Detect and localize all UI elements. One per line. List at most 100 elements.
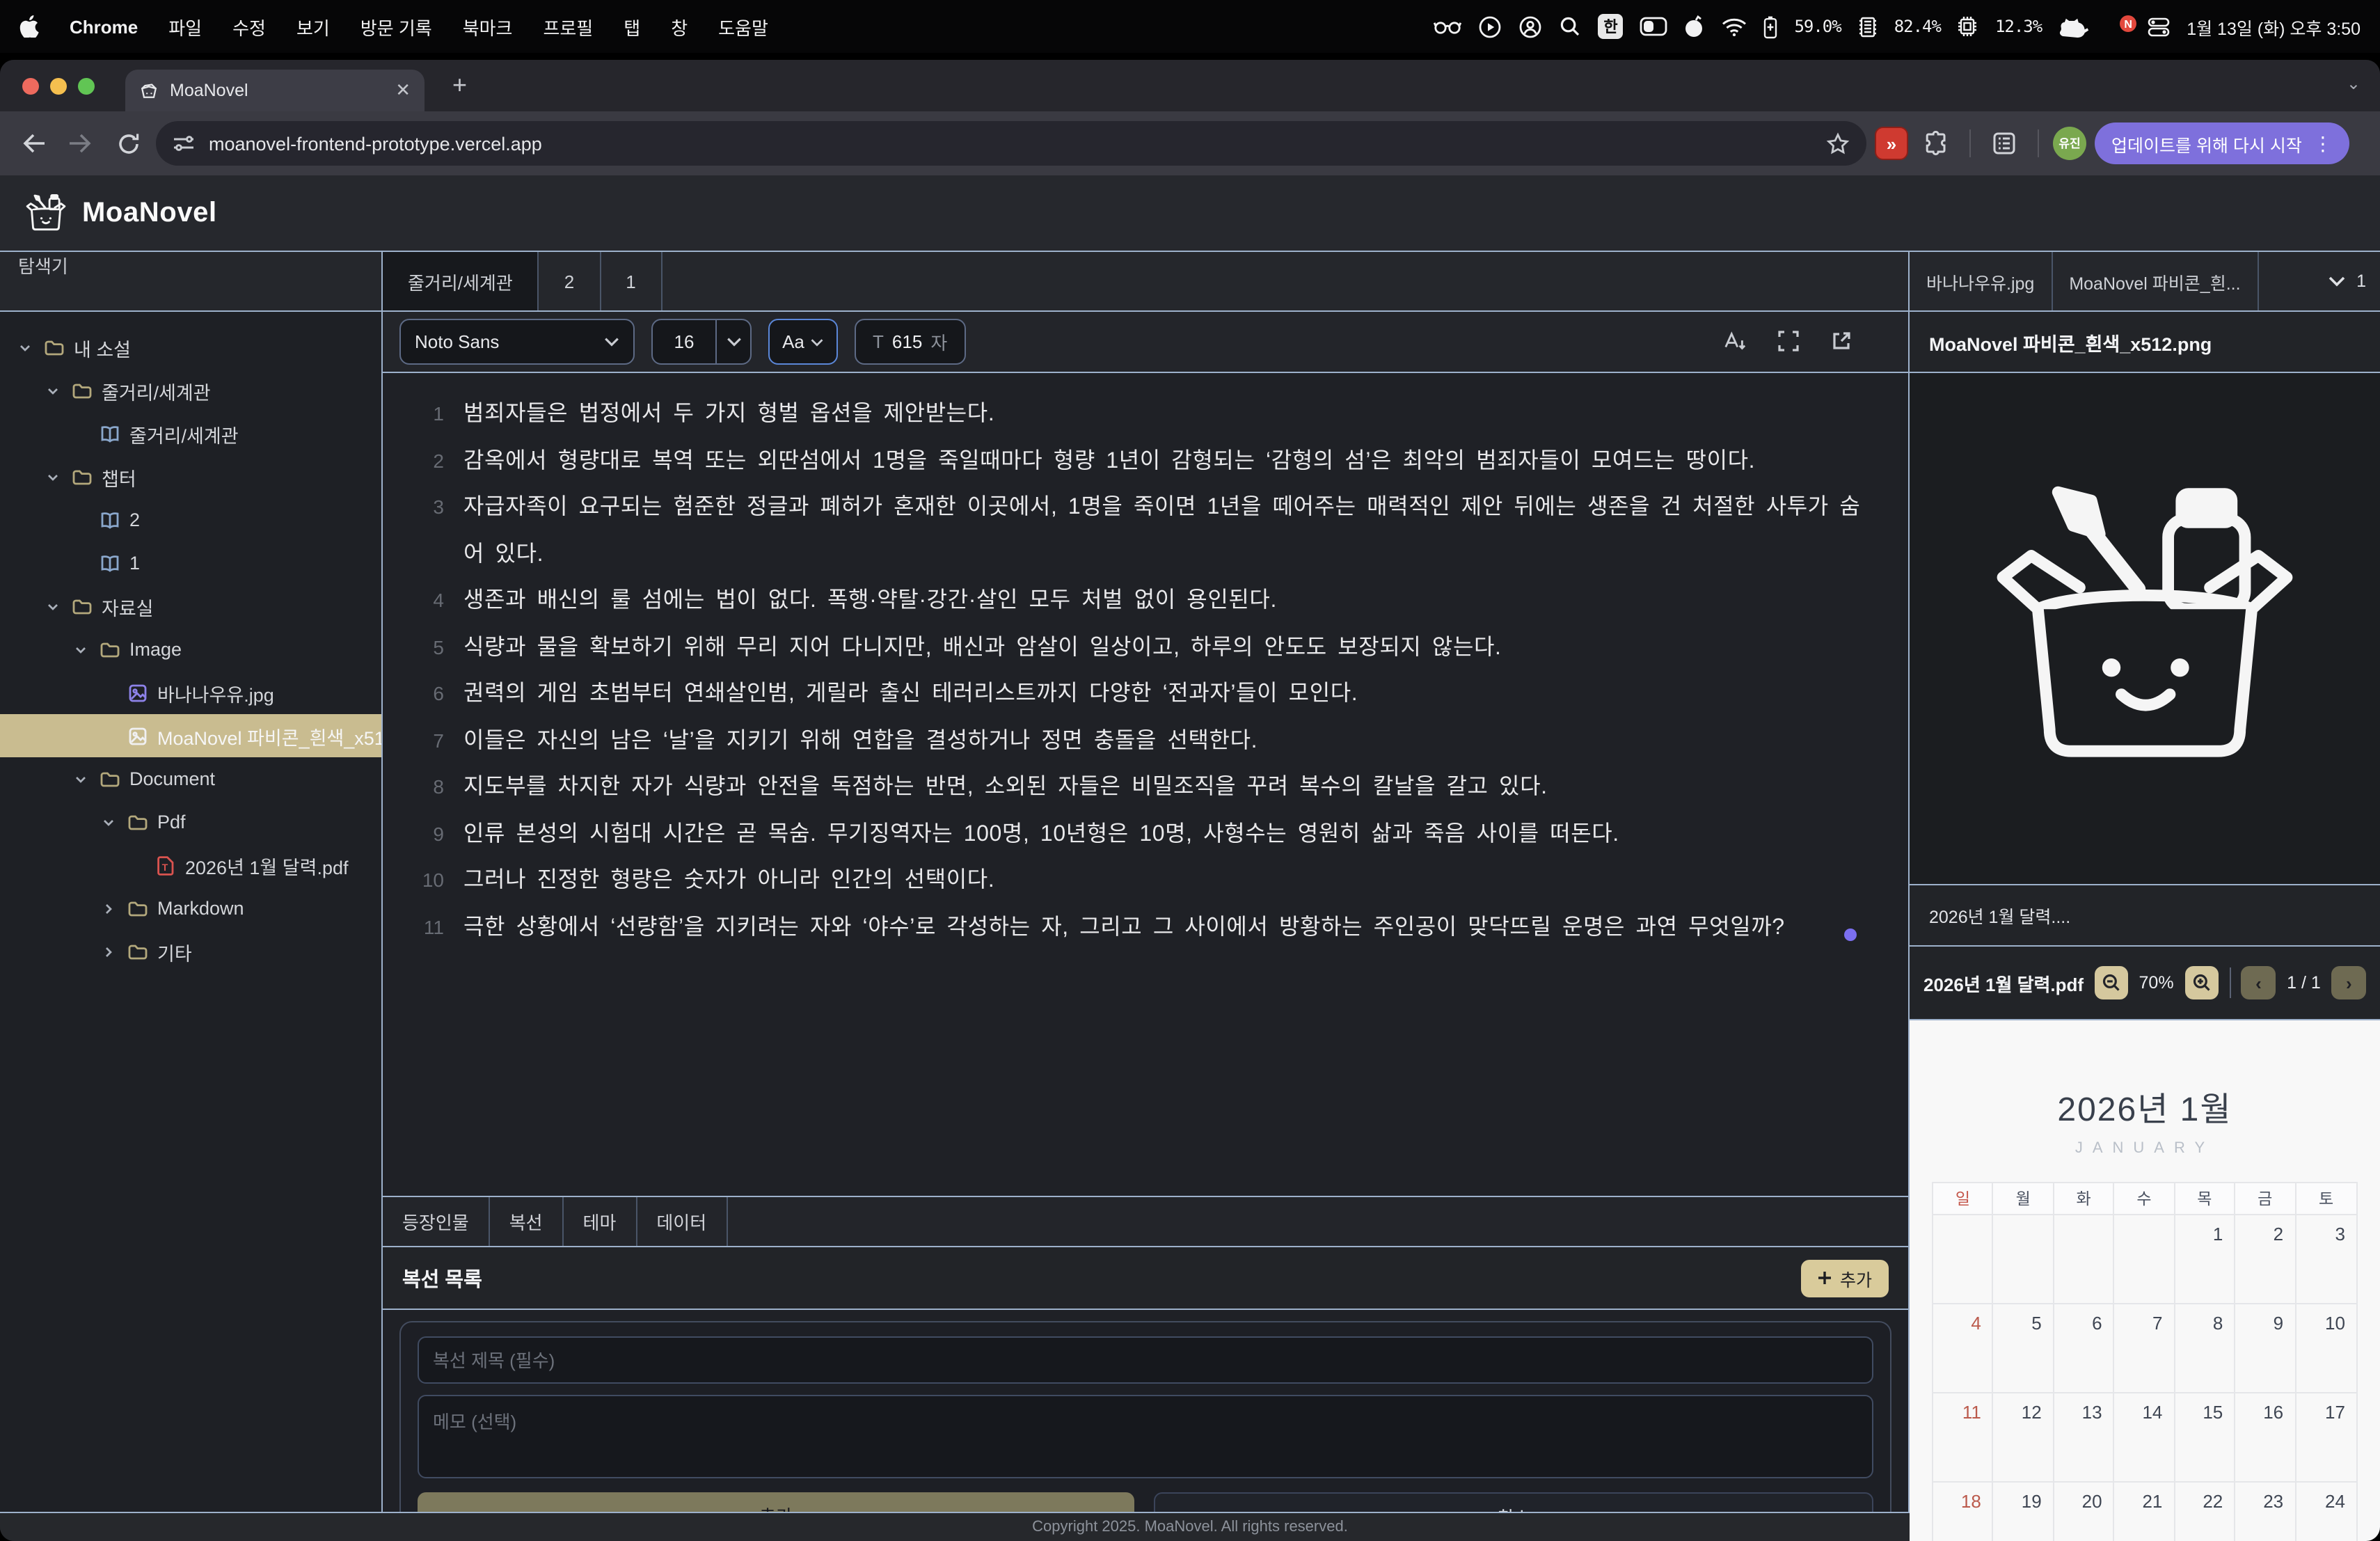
glasses-icon[interactable] [1434,18,1461,35]
browser-tab[interactable]: MoaNovel ✕ [125,70,425,111]
menu-edit[interactable]: 수정 [232,13,266,40]
tree-item-etc-folder[interactable]: 기타 [0,930,381,973]
tab-characters[interactable]: 등장인물 [383,1197,490,1246]
text-style-select[interactable]: Aa [768,319,838,365]
zoom-window-button[interactable] [78,77,95,94]
extensions-puzzle-icon[interactable] [1917,124,1955,163]
tree-item-plot-doc[interactable]: 줄거리/세계관 [0,412,381,455]
tree-item-my-novel[interactable]: 내 소설 [0,326,381,369]
chrome-update-button[interactable]: 업데이트를 위해 다시 시작 ⋮ [2095,123,2349,164]
address-bar[interactable]: moanovel-frontend-prototype.vercel.app [156,121,1866,166]
apple-icon[interactable] [19,15,39,38]
user-icon[interactable] [1518,15,1542,38]
fullscreen-icon[interactable] [1777,330,1800,354]
editor-line: 2감옥에서 형량대로 복역 또는 외딴섬에서 1명을 죽일때마다 형량 1년이 … [397,438,1880,484]
new-tab-button[interactable]: + [444,64,475,111]
chevron-down-icon[interactable] [97,814,120,830]
forward-icon[interactable] [61,124,100,163]
tree-item-banana-jpg[interactable]: 바나나우유.jpg [0,671,381,714]
menu-profiles[interactable]: 프로필 [543,13,593,40]
chevron-down-icon[interactable] [14,339,36,356]
memory-icon[interactable] [1858,15,1878,38]
browser-menu-icon[interactable]: ⋮ [2313,132,2333,155]
tree-item-library-folder[interactable]: 자료실 [0,585,381,628]
cpu-icon[interactable] [1958,15,1978,38]
font-size-select[interactable]: 16 [651,319,752,365]
previous-page-button[interactable]: ‹ [2242,966,2276,999]
chevron-down-icon[interactable] [70,770,92,787]
tree-item-chapter-1[interactable]: 1 [0,542,381,585]
menu-history[interactable]: 방문 기록 [360,13,432,40]
cat-icon[interactable] [2058,16,2089,37]
tree-item-favicon-png[interactable]: MoaNovel 파비콘_흰색_x512.png [0,714,381,757]
bookmark-star-icon[interactable] [1826,132,1850,155]
open-external-icon[interactable] [1830,330,1853,354]
editor-tab-2[interactable]: 2 [539,252,601,310]
editor-text-area[interactable]: 1범죄자들은 법정에서 두 가지 형벌 옵션을 제안받는다. 2감옥에서 형량대… [383,373,1908,1196]
display-toggle-icon[interactable] [1640,17,1667,36]
font-decrease-icon[interactable] [1723,330,1747,354]
editor-tab-1[interactable]: 1 [601,252,662,310]
kakaotalk-icon[interactable]: N [2106,14,2131,39]
menu-file[interactable]: 파일 [168,13,202,40]
tab-themes[interactable]: 테마 [564,1197,637,1246]
tab-foreshadowing[interactable]: 복선 [490,1197,564,1246]
menu-window[interactable]: 창 [671,13,688,40]
play-icon[interactable] [1478,15,1502,38]
editor-tab-story[interactable]: 줄거리/세계관 [383,252,539,310]
chevron-down-icon[interactable] [70,641,92,658]
zoom-in-button[interactable] [2185,966,2218,999]
preview-tab-banana[interactable]: 바나나우유.jpg [1910,252,2052,310]
foreshadowing-title-input[interactable] [418,1336,1873,1384]
minimize-window-button[interactable] [50,77,67,94]
adblock-extension-icon[interactable]: » [1875,127,1908,160]
chevron-right-icon[interactable] [97,943,120,960]
menu-tab[interactable]: 탭 [624,13,640,40]
chevron-down-icon[interactable] [42,598,64,615]
tree-item-plot-folder[interactable]: 줄거리/세계관 [0,369,381,412]
tab-data[interactable]: 데이터 [637,1197,727,1246]
search-icon[interactable] [1559,15,1581,38]
battery-icon[interactable] [1763,15,1777,38]
pdf-tab[interactable]: 2026년 1월 달력.... [1910,885,2380,947]
add-foreshadowing-button[interactable]: 추가 [1801,1259,1889,1297]
menu-help[interactable]: 도움말 [718,13,768,40]
tab-search-icon[interactable]: ⌄ [2347,74,2361,93]
tree-item-image-folder[interactable]: Image [0,628,381,671]
control-center-icon[interactable] [2148,16,2170,37]
next-page-button[interactable]: › [2332,966,2366,999]
reading-list-icon[interactable] [1985,124,2024,163]
foreshadowing-memo-input[interactable] [418,1395,1873,1478]
reload-icon[interactable] [109,124,148,163]
pdf-file-icon: T [154,854,178,876]
tree-item-document-folder[interactable]: Document [0,757,381,800]
wifi-icon[interactable] [1722,17,1747,35]
chevron-down-icon[interactable] [42,382,64,399]
tree-item-pdf-folder[interactable]: Pdf [0,800,381,844]
close-tab-icon[interactable]: ✕ [395,79,411,102]
font-family-select[interactable]: Noto Sans [399,319,635,365]
zoom-out-button[interactable] [2095,966,2127,999]
profile-avatar[interactable]: 유진 [2053,127,2086,160]
chevron-down-icon[interactable] [2329,276,2345,287]
close-window-button[interactable] [22,77,39,94]
tree-item-calendar-pdf[interactable]: T2026년 1월 달력.pdf [0,844,381,887]
bomb-icon[interactable] [1684,15,1705,38]
chevron-right-icon[interactable] [97,900,120,917]
menu-bookmarks[interactable]: 북마크 [463,13,513,40]
app-title[interactable]: MoaNovel [82,197,217,229]
ime-korean-icon[interactable]: 한 [1598,14,1623,39]
menubar-clock[interactable]: 1월 13일 (화) 오후 3:50 [2187,13,2361,40]
site-settings-icon[interactable] [173,134,195,153]
tree-item-chapters-folder[interactable]: 챕터 [0,455,381,498]
tree-item-chapter-2[interactable]: 2 [0,498,381,542]
preview-tab-favicon[interactable]: MoaNovel 파비콘_흰... [2052,252,2258,310]
chevron-down-icon[interactable] [42,468,64,485]
back-icon[interactable] [14,124,53,163]
menu-view[interactable]: 보기 [296,13,330,40]
book-icon [99,552,122,574]
pdf-page-preview[interactable]: 2026년 1월 JANUARY 일월화수목금토 123 45678910 11… [1910,1020,2380,1541]
url-text[interactable]: moanovel-frontend-prototype.vercel.app [209,133,1812,154]
tree-item-markdown-folder[interactable]: Markdown [0,887,381,930]
menubar-app-name[interactable]: Chrome [70,16,138,37]
